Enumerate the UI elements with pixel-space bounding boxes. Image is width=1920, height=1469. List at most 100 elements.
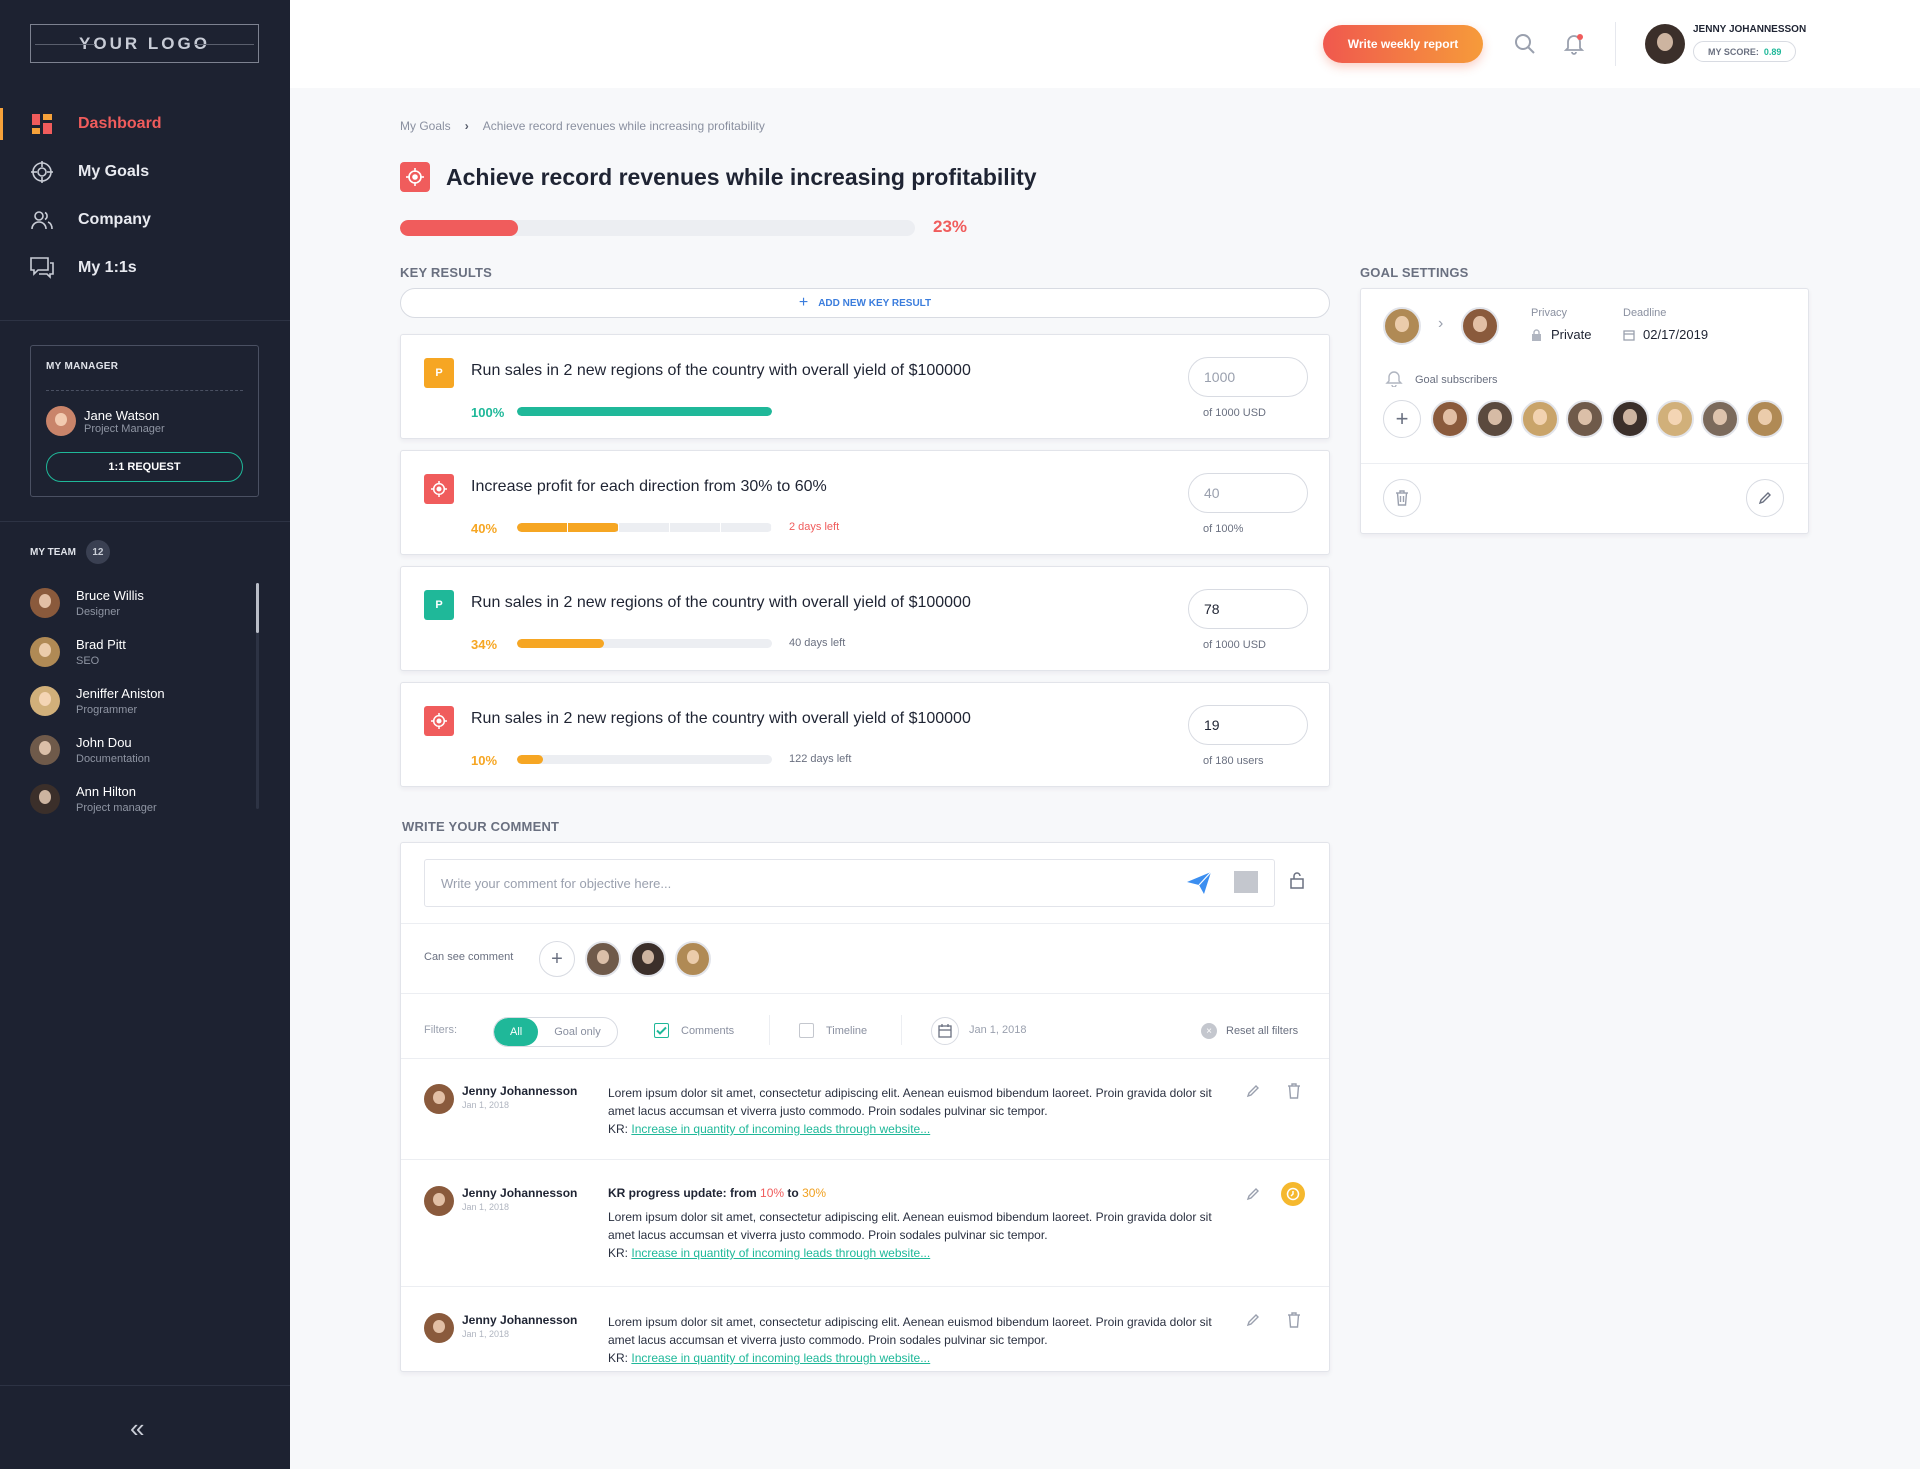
delete-goal-button[interactable] [1383,479,1421,517]
add-subscriber-button[interactable]: + [1383,400,1421,438]
key-result-title[interactable]: Increase profit for each direction from … [471,478,827,496]
key-result-value-input[interactable] [1188,357,1308,397]
filters-bar: Filters: All Goal only Comments Timeline… [401,1003,1329,1058]
filter-goal-only-option[interactable]: Goal only [538,1018,616,1046]
team-scrollbar[interactable] [256,583,259,809]
subscriber-avatar[interactable] [1476,400,1514,438]
lock-icon[interactable] [1289,871,1305,894]
key-result-progress-bar [517,523,772,532]
user-avatar[interactable] [1645,24,1685,64]
subscriber-avatar[interactable] [1701,400,1739,438]
kr-link[interactable]: Increase in quantity of incoming leads t… [631,1122,930,1136]
key-result-progress-bar [517,755,772,764]
edit-comment-icon[interactable] [1246,1084,1260,1103]
deadline-value[interactable]: 02/17/2019 [1623,327,1708,342]
progress-ticks [517,523,772,532]
kr-link[interactable]: Increase in quantity of incoming leads t… [631,1246,930,1260]
filter-timeline-checkbox[interactable]: Timeline [799,1023,867,1038]
avatar [30,587,60,618]
nav-item-dashboard[interactable]: Dashboard [0,100,290,148]
can-see-comment-label: Can see comment [424,951,514,963]
subscriber-avatar[interactable] [1566,400,1604,438]
target-icon [30,160,54,184]
goal-settings-card: › Privacy Private Deadline 02/17/2019 Go… [1360,288,1809,534]
attachment-placeholder[interactable] [1234,871,1258,893]
nav-label: Dashboard [78,115,162,132]
add-key-result-button[interactable]: + ADD NEW KEY RESULT [400,288,1330,318]
update-from: 10% [760,1186,785,1200]
search-icon[interactable] [1514,33,1536,55]
subscriber-avatar[interactable] [1521,400,1559,438]
key-result-target: of 180 users [1203,755,1264,767]
comment-item: Jenny Johannesson Jan 1, 2018 KR progres… [401,1160,1329,1286]
team-member[interactable]: John Dou Documentation [30,725,260,774]
subscriber-avatar[interactable] [1431,400,1469,438]
comment-body: Lorem ipsum dolor sit amet, consectetur … [608,1210,1212,1242]
logo[interactable]: YOUR LOGO [30,24,259,63]
calendar-icon[interactable] [931,1017,959,1045]
team-member[interactable]: Brad Pitt SEO [30,627,260,676]
main-nav: Dashboard My Goals Company My 1:1s [0,100,290,292]
one-on-one-request-button[interactable]: 1:1 REQUEST [46,452,243,482]
nav-item-my-goals[interactable]: My Goals [0,148,290,196]
nav-item-my-1on1s[interactable]: My 1:1s [0,244,290,292]
filter-date[interactable]: Jan 1, 2018 [969,1024,1027,1036]
avatar [424,1313,454,1343]
reset-filters-button[interactable]: × Reset all filters [1201,1023,1298,1039]
member-role: Documentation [76,752,150,765]
trash-icon[interactable] [1287,1312,1301,1333]
privacy-label: Privacy [1531,307,1568,319]
add-key-result-label: ADD NEW KEY RESULT [818,297,932,309]
subscriber-avatar[interactable] [1746,400,1784,438]
clock-icon[interactable] [1281,1182,1305,1206]
avatar [30,636,60,667]
team-member[interactable]: Jeniffer Aniston Programmer [30,676,260,725]
filter-all-option[interactable]: All [494,1018,539,1046]
team-member[interactable]: Bruce Willis Designer [30,578,260,627]
nav-item-company[interactable]: Company [0,196,290,244]
privacy-value[interactable]: Private [1531,327,1591,342]
deadline-label: Deadline [1623,307,1667,319]
avatar[interactable] [585,941,621,977]
key-result-value-input[interactable] [1188,473,1308,513]
avatar[interactable] [630,941,666,977]
key-result-card: Increase profit for each direction from … [400,450,1330,555]
member-role: Designer [76,605,121,618]
update-to-word: to [787,1186,799,1200]
notification-bell-icon[interactable] [1563,33,1585,55]
subscriber-avatar[interactable] [1611,400,1649,438]
edit-comment-icon[interactable] [1246,1187,1260,1206]
write-weekly-report-button[interactable]: Write weekly report [1323,25,1483,63]
send-icon[interactable] [1186,871,1212,900]
collapse-sidebar-icon[interactable]: « [130,1415,144,1441]
subscriber-avatar[interactable] [1656,400,1694,438]
key-result-title[interactable]: Run sales in 2 new regions of the countr… [471,710,971,728]
update-to: 30% [802,1186,827,1200]
users-icon [30,208,54,232]
edit-goal-button[interactable] [1746,479,1784,517]
add-viewer-button[interactable]: + [539,941,575,977]
key-results-label: KEY RESULTS [400,265,493,280]
team-member[interactable]: Ann Hilton Project manager [30,774,260,823]
avatar [424,1084,454,1114]
scrollbar-thumb[interactable] [256,583,259,633]
comment-input[interactable] [424,859,1275,907]
bell-icon [1385,369,1403,392]
goal-assignee-avatar[interactable] [1461,307,1499,345]
goal-owner-avatar[interactable] [1383,307,1421,345]
key-result-percent: 10% [471,753,498,768]
key-result-value-input[interactable] [1188,705,1308,745]
avatar [424,1186,454,1216]
key-result-title[interactable]: Run sales in 2 new regions of the countr… [471,594,971,612]
trash-icon[interactable] [1287,1083,1301,1104]
avatar[interactable] [675,941,711,977]
filter-comments-checkbox[interactable]: Comments [654,1023,734,1038]
kr-link[interactable]: Increase in quantity of incoming leads t… [631,1351,930,1365]
edit-comment-icon[interactable] [1246,1313,1260,1332]
divider [0,521,290,522]
breadcrumb-root-link[interactable]: My Goals [400,119,451,133]
key-result-title[interactable]: Run sales in 2 new regions of the countr… [471,362,971,380]
manager-person[interactable]: Jane Watson Project Manager [46,406,165,436]
key-result-value-input[interactable] [1188,589,1308,629]
team-title: MY TEAM [30,546,76,558]
